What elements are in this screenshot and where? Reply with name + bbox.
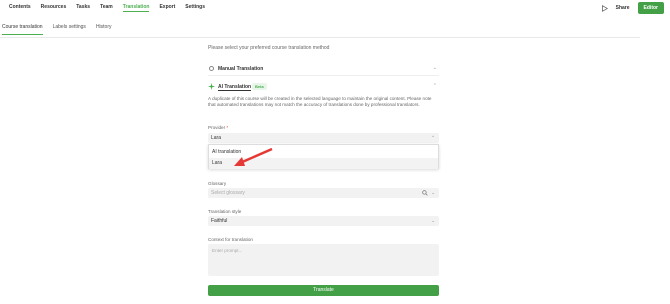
style-value: Faithful bbox=[211, 218, 228, 224]
beta-badge: Beta bbox=[252, 83, 267, 90]
glossary-placeholder: Select glossary bbox=[211, 190, 245, 196]
tab-labels-settings[interactable]: Labels settings bbox=[53, 24, 86, 35]
chevron-up-icon: ⌃ bbox=[432, 83, 437, 89]
manual-translation-option[interactable]: Manual Translation ⌄ bbox=[208, 62, 439, 76]
context-label: Context for translation bbox=[208, 237, 253, 242]
nav-export[interactable]: Export bbox=[159, 4, 175, 12]
sparkle-icon bbox=[208, 83, 215, 90]
method-prompt: Please select your preferred course tran… bbox=[208, 45, 330, 51]
top-right-actions: Share Editor bbox=[601, 2, 664, 14]
glossary-label: Glossary bbox=[208, 181, 227, 186]
nav-team[interactable]: Team bbox=[100, 4, 113, 12]
radio-icon[interactable] bbox=[209, 66, 214, 71]
editor-button[interactable]: Editor bbox=[637, 2, 664, 14]
style-select[interactable]: Faithful ⌄ bbox=[208, 216, 439, 226]
chevron-down-icon: ⌄ bbox=[431, 218, 435, 223]
search-icon[interactable] bbox=[422, 190, 428, 196]
nav-contents[interactable]: Contents bbox=[9, 4, 31, 12]
tab-history[interactable]: History bbox=[96, 24, 112, 35]
style-label: Translation style bbox=[208, 209, 242, 214]
manual-translation-label: Manual Translation bbox=[218, 66, 264, 72]
ai-translation-option[interactable]: AI Translation Beta ⌃ bbox=[208, 80, 439, 94]
top-nav: Contents Resources Tasks Team Translatio… bbox=[9, 4, 215, 12]
top-bar: Contents Resources Tasks Team Translatio… bbox=[0, 0, 670, 17]
context-textarea[interactable]: Enter prompt... bbox=[208, 244, 439, 276]
chevron-down-icon: ⌄ bbox=[432, 65, 437, 71]
ai-translation-description: A duplicate of this course will be creat… bbox=[208, 96, 432, 108]
nav-resources[interactable]: Resources bbox=[41, 4, 67, 12]
chevron-up-icon: ⌃ bbox=[431, 135, 435, 140]
tab-course-translation[interactable]: Course translation bbox=[2, 24, 43, 35]
context-placeholder: Enter prompt... bbox=[212, 248, 243, 253]
red-arrow-annotation bbox=[234, 147, 273, 166]
required-mark: * bbox=[226, 125, 229, 130]
share-button[interactable]: Share bbox=[616, 5, 630, 11]
tabs-divider bbox=[0, 37, 640, 38]
nav-tasks[interactable]: Tasks bbox=[76, 4, 90, 12]
provider-select[interactable]: Lara ⌃ bbox=[208, 133, 439, 143]
glossary-select[interactable]: Select glossary ⌄ bbox=[208, 188, 439, 198]
nav-settings[interactable]: Settings bbox=[185, 4, 205, 12]
provider-value: Lara bbox=[211, 135, 222, 141]
translate-button[interactable]: Translate bbox=[208, 285, 439, 296]
provider-label-text: Provider bbox=[208, 125, 226, 130]
provider-label: Provider * bbox=[208, 125, 228, 130]
sub-tabs: Course translation Labels settings Histo… bbox=[2, 24, 122, 35]
chevron-down-icon: ⌄ bbox=[431, 190, 435, 195]
nav-translation[interactable]: Translation bbox=[122, 4, 150, 12]
ai-translation-label: AI Translation bbox=[218, 84, 252, 91]
play-icon[interactable] bbox=[601, 4, 608, 12]
